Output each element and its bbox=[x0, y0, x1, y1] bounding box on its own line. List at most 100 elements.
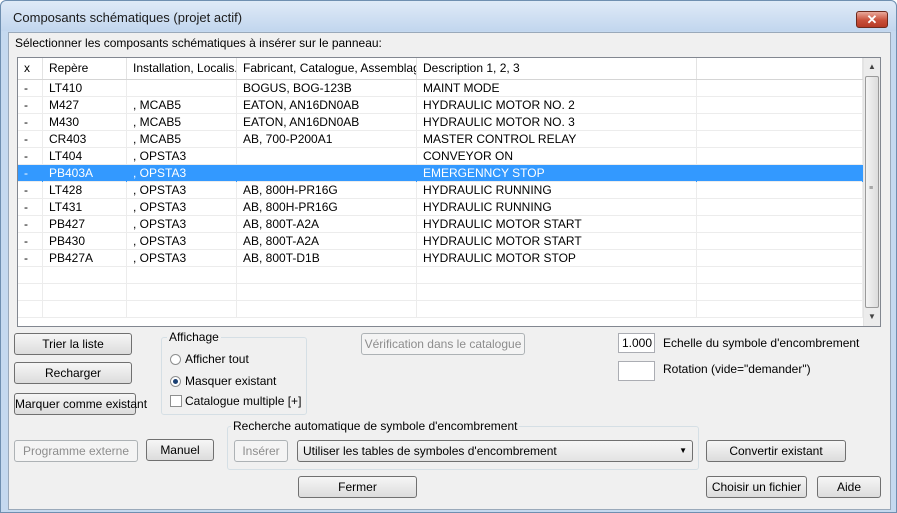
grip-icon: ≡ bbox=[869, 185, 874, 192]
catalog-check-button[interactable]: Vérification dans le catalogue bbox=[361, 333, 525, 355]
table-cell bbox=[127, 80, 237, 97]
table-cell bbox=[43, 267, 127, 284]
table-cell bbox=[417, 284, 697, 301]
table-cell: , OPSTA3 bbox=[127, 165, 237, 182]
vertical-scrollbar[interactable]: ▲ ≡ ▼ bbox=[863, 58, 880, 326]
table-cell bbox=[697, 233, 863, 250]
window-title: Composants schématiques (projet actif) bbox=[13, 10, 243, 25]
mark-existing-button[interactable]: Marquer comme existant bbox=[14, 393, 147, 415]
table-cell bbox=[237, 165, 417, 182]
rotation-label: Rotation (vide="demander") bbox=[663, 362, 811, 376]
table-cell: - bbox=[18, 114, 43, 131]
table-cell: PB430 bbox=[43, 233, 127, 250]
scale-input[interactable]: 1.000 bbox=[618, 333, 655, 353]
table-row[interactable] bbox=[18, 301, 863, 318]
table-row[interactable]: - M430, MCAB5 EATON, AN16DN0AB HYDRAULIC MO… bbox=[18, 114, 863, 131]
table-cell: M427 bbox=[43, 97, 127, 114]
table-cell bbox=[697, 80, 863, 97]
table-cell bbox=[237, 148, 417, 165]
table-cell bbox=[18, 301, 43, 318]
table-cell: HYDRAULIC MOTOR STOP bbox=[417, 250, 697, 267]
table-cell: HYDRAULIC RUNNING bbox=[417, 182, 697, 199]
table-cell: - bbox=[18, 165, 43, 182]
hide-existing-radio[interactable] bbox=[170, 376, 181, 387]
symbol-table-select-value: Utiliser les tables de symboles d'encomb… bbox=[303, 444, 557, 458]
column-header-tag[interactable]: Repère bbox=[43, 58, 127, 79]
table-cell: , OPSTA3 bbox=[127, 182, 237, 199]
table-cell: HYDRAULIC MOTOR START bbox=[417, 233, 697, 250]
scrollbar-thumb[interactable]: ≡ bbox=[865, 76, 879, 308]
scroll-up-icon[interactable]: ▲ bbox=[864, 58, 880, 75]
close-icon: ✕ bbox=[866, 12, 878, 27]
table-cell: BOGUS, BOG-123B bbox=[237, 80, 417, 97]
title-bar[interactable]: Composants schématiques (projet actif) ✕ bbox=[1, 1, 896, 31]
external-program-button[interactable]: Programme externe bbox=[14, 440, 138, 462]
table-cell bbox=[127, 267, 237, 284]
table-cell: , MCAB5 bbox=[127, 131, 237, 148]
table-cell bbox=[697, 131, 863, 148]
table-cell: AB, 800H-PR16G bbox=[237, 199, 417, 216]
table-cell: PB427A bbox=[43, 250, 127, 267]
table-cell: HYDRAULIC RUNNING bbox=[417, 199, 697, 216]
manual-button[interactable]: Manuel bbox=[146, 439, 214, 461]
table-cell bbox=[697, 165, 863, 182]
table-cell: - bbox=[18, 199, 43, 216]
column-header-catalog[interactable]: Fabricant, Catalogue, Assemblage bbox=[237, 58, 417, 79]
multi-catalog-label: Catalogue multiple [+] bbox=[185, 394, 302, 408]
table-cell bbox=[697, 301, 863, 318]
table-row[interactable]: - PB427, OPSTA3 AB, 800T-A2A HYDRAULIC MOTO… bbox=[18, 216, 863, 233]
table-row[interactable]: - LT410 BOGUS, BOG-123B MAINT MODE bbox=[18, 80, 863, 97]
table-cell: , MCAB5 bbox=[127, 97, 237, 114]
multi-catalog-checkbox[interactable] bbox=[170, 395, 182, 407]
rotation-input[interactable] bbox=[618, 361, 655, 381]
column-header-location[interactable]: Installation, Localis... bbox=[127, 58, 237, 79]
table-cell: PB403A bbox=[43, 165, 127, 182]
symbol-table-select[interactable]: Utiliser les tables de symboles d'encomb… bbox=[297, 440, 693, 462]
close-button[interactable]: Fermer bbox=[298, 476, 417, 498]
insert-button[interactable]: Insérer bbox=[234, 440, 288, 462]
table-row[interactable]: - LT428, OPSTA3 AB, 800H-PR16G HYDRAULIC RU… bbox=[18, 182, 863, 199]
table-cell: , OPSTA3 bbox=[127, 148, 237, 165]
table-row[interactable] bbox=[18, 267, 863, 284]
table-cell bbox=[697, 148, 863, 165]
table-row[interactable]: - LT431, OPSTA3 AB, 800H-PR16G HYDRAULIC RU… bbox=[18, 199, 863, 216]
table-cell: AB, 800T-A2A bbox=[237, 216, 417, 233]
choose-file-button[interactable]: Choisir un fichier bbox=[706, 476, 807, 498]
hide-existing-label: Masquer existant bbox=[185, 374, 277, 388]
reload-button[interactable]: Recharger bbox=[14, 362, 132, 384]
table-cell bbox=[43, 284, 127, 301]
table-row[interactable] bbox=[18, 284, 863, 301]
table-cell bbox=[237, 301, 417, 318]
table-cell: , OPSTA3 bbox=[127, 250, 237, 267]
table-cell bbox=[237, 284, 417, 301]
table-row[interactable]: - M427, MCAB5 EATON, AN16DN0AB HYDRAULIC MO… bbox=[18, 97, 863, 114]
table-cell: LT410 bbox=[43, 80, 127, 97]
table-cell: HYDRAULIC MOTOR NO. 3 bbox=[417, 114, 697, 131]
close-window-button[interactable]: ✕ bbox=[856, 11, 888, 28]
table-row[interactable]: - PB430, OPSTA3 AB, 800T-A2A HYDRAULIC MOTO… bbox=[18, 233, 863, 250]
table-cell bbox=[18, 267, 43, 284]
table-cell bbox=[237, 267, 417, 284]
table-cell: - bbox=[18, 182, 43, 199]
convert-existing-button[interactable]: Convertir existant bbox=[706, 440, 846, 462]
table-cell bbox=[18, 284, 43, 301]
table-row[interactable]: - LT404, OPSTA3 CONVEYOR ON bbox=[18, 148, 863, 165]
table-cell bbox=[697, 250, 863, 267]
column-header-description[interactable]: Description 1, 2, 3 bbox=[417, 58, 697, 79]
table-cell: - bbox=[18, 233, 43, 250]
table-row[interactable]: - CR403, MCAB5 AB, 700-P200A1 MASTER CONTRO… bbox=[18, 131, 863, 148]
help-button[interactable]: Aide bbox=[817, 476, 881, 498]
table-cell: - bbox=[18, 148, 43, 165]
show-all-radio[interactable] bbox=[170, 354, 181, 365]
table-row[interactable]: - PB427A, OPSTA3 AB, 800T-D1B HYDRAULIC MOT… bbox=[18, 250, 863, 267]
components-list[interactable]: x Repère Installation, Localis... Fabric… bbox=[17, 57, 881, 327]
table-cell: - bbox=[18, 97, 43, 114]
list-header: x Repère Installation, Localis... Fabric… bbox=[18, 58, 863, 80]
dialog-window: Composants schématiques (projet actif) ✕… bbox=[0, 0, 897, 513]
table-row[interactable]: - PB403A, OPSTA3 EMERGENNCY STOP bbox=[18, 165, 863, 182]
instruction-text: Sélectionner les composants schématiques… bbox=[15, 36, 382, 50]
column-header-x[interactable]: x bbox=[18, 58, 43, 79]
table-cell: - bbox=[18, 131, 43, 148]
sort-list-button[interactable]: Trier la liste bbox=[14, 333, 132, 355]
scroll-down-icon[interactable]: ▼ bbox=[864, 308, 880, 325]
